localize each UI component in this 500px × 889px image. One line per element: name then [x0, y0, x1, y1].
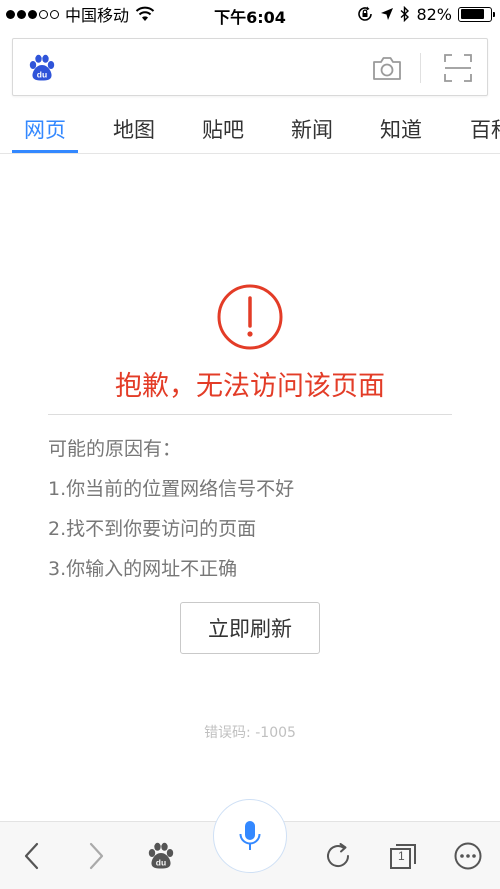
tab-count: 1 [398, 849, 405, 863]
error-title: 抱歉，无法访问该页面 [115, 371, 385, 402]
baidu-paw-icon: du [148, 842, 174, 869]
refresh-page-button[interactable] [318, 836, 358, 876]
baidu-paw-icon: du [29, 54, 55, 81]
refresh-icon [327, 843, 350, 868]
svg-text:du: du [156, 858, 166, 868]
tab-web[interactable]: 网页 [24, 114, 66, 144]
tab-map[interactable]: 地图 [113, 114, 155, 144]
error-exclamation-icon [217, 284, 283, 350]
bottom-toolbar: du 1 [0, 799, 500, 889]
status-right: 82% [356, 4, 495, 24]
voice-search-button[interactable] [213, 799, 287, 873]
active-tab-indicator [12, 150, 78, 153]
forward-button[interactable] [76, 836, 116, 876]
tab-baike[interactable]: 百科 [470, 114, 500, 144]
home-button[interactable]: du [141, 836, 181, 876]
svg-text:du: du [37, 70, 47, 80]
reason-item: 2.找不到你要访问的页面 [48, 518, 257, 540]
location-icon [381, 8, 394, 20]
scan-icon[interactable] [443, 53, 473, 83]
category-tabs: 网页 地图 贴吧 新闻 知道 百科 [0, 104, 500, 154]
tab-tieba[interactable]: 贴吧 [202, 114, 244, 144]
reason-item: 3.你输入的网址不正确 [48, 558, 238, 580]
battery-icon [458, 6, 495, 22]
refresh-button[interactable]: 立即刷新 [180, 602, 320, 654]
reason-item: 1.你当前的位置网络信号不好 [48, 478, 295, 500]
error-divider [48, 414, 452, 415]
status-bar: 中国移动 下午6:04 82% [0, 0, 500, 30]
error-code: 错误码: -1005 [204, 725, 296, 741]
reasons-heading: 可能的原因有： [48, 438, 182, 460]
more-button[interactable] [448, 836, 488, 876]
search-divider [420, 53, 421, 83]
battery-percent: 82% [416, 4, 452, 24]
tabs-button[interactable]: 1 [383, 836, 423, 876]
chevron-right-icon [89, 842, 104, 870]
tab-news[interactable]: 新闻 [291, 114, 333, 144]
back-button[interactable] [12, 836, 52, 876]
chevron-left-icon [24, 842, 39, 870]
rotation-lock-icon [358, 6, 373, 21]
more-icon [454, 842, 482, 870]
search-box[interactable]: du [12, 38, 488, 96]
camera-icon[interactable] [371, 53, 403, 83]
tab-zhidao[interactable]: 知道 [380, 114, 422, 144]
microphone-icon [239, 821, 261, 850]
bluetooth-icon [400, 6, 410, 22]
